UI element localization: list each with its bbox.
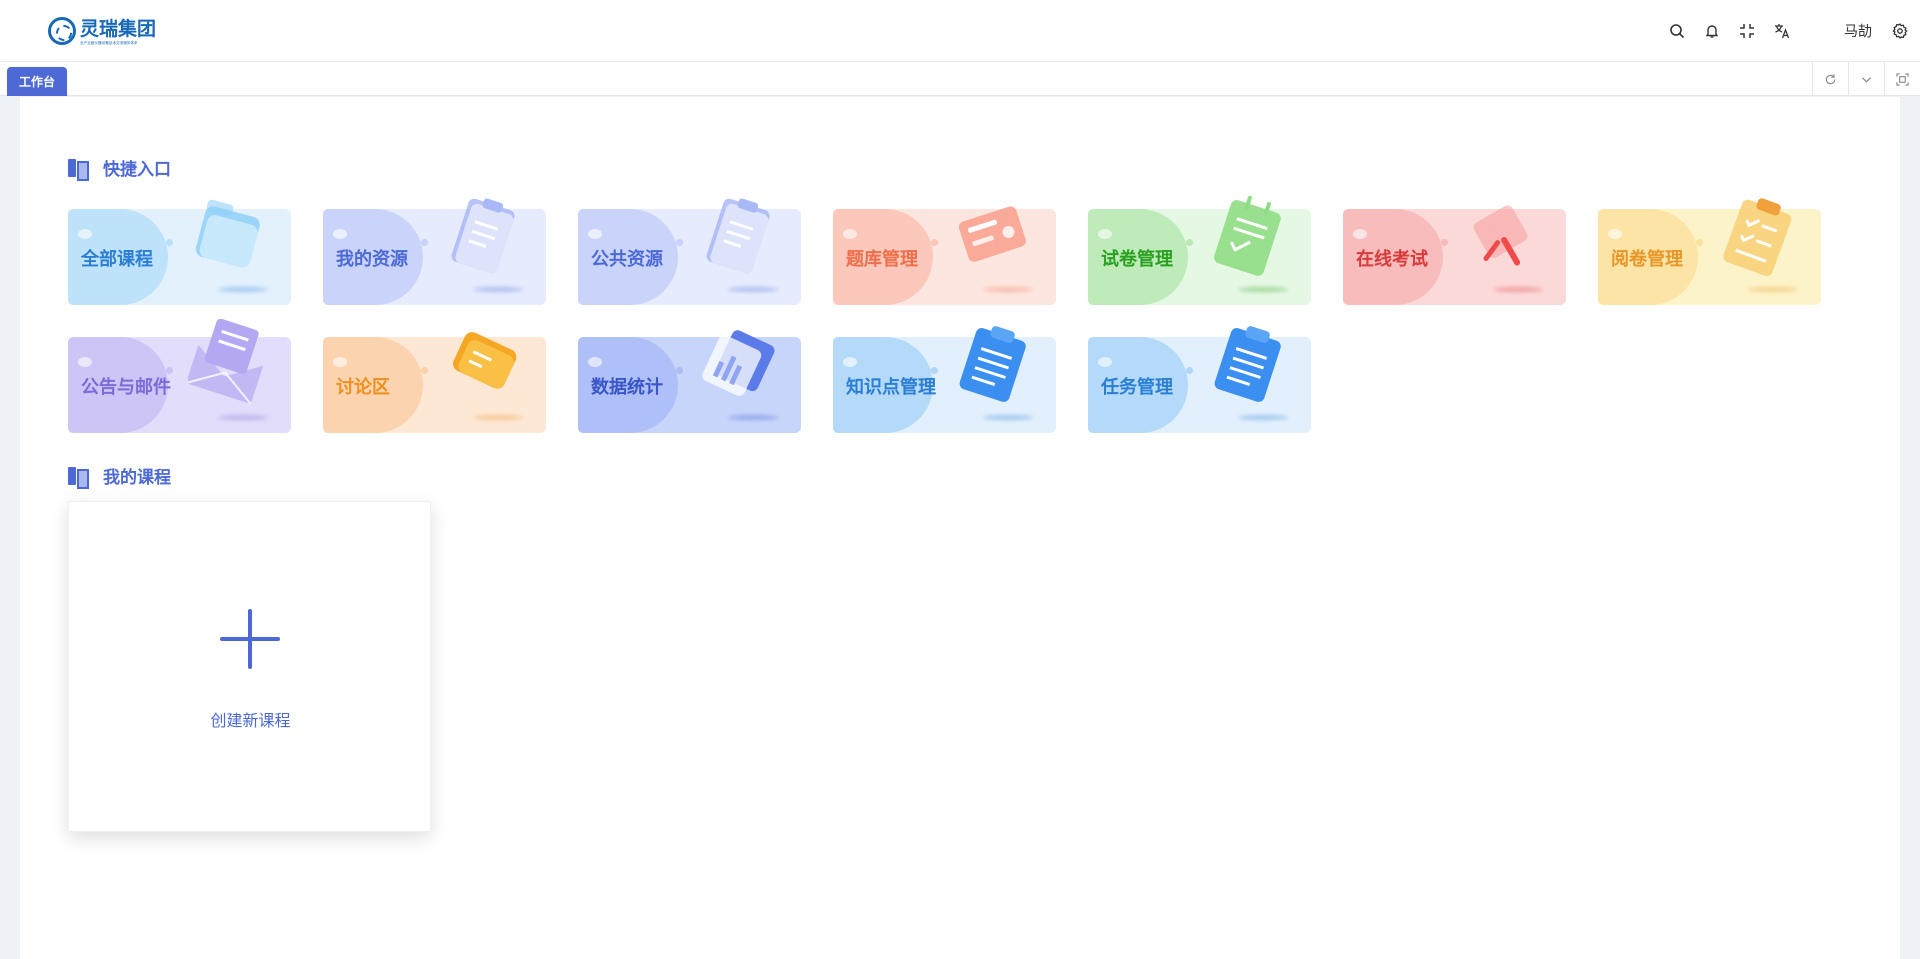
chevron-down-icon[interactable] [1848, 62, 1884, 96]
card-decoration [1696, 239, 1703, 246]
card-shadow [1238, 415, 1288, 420]
quick-entry-card[interactable]: 全部课程 [68, 199, 291, 305]
chart-icon [698, 319, 778, 409]
card-label: 公共资源 [591, 249, 663, 270]
book-icon [68, 466, 89, 489]
card-decoration [333, 357, 347, 367]
list-icon [1208, 319, 1288, 409]
card-decoration [166, 239, 173, 246]
user-name[interactable]: 马劼 [1844, 21, 1872, 41]
create-course-label: 创建新课程 [210, 711, 291, 730]
fullscreen-icon[interactable] [1737, 21, 1757, 41]
card-decoration [78, 357, 92, 367]
card-decoration [1353, 229, 1367, 239]
book-icon [68, 158, 89, 181]
quick-entry-card[interactable]: 试卷管理 [1088, 195, 1311, 305]
quick-entry-card[interactable]: 任务管理 [1088, 326, 1311, 433]
refresh-icon[interactable] [1812, 62, 1848, 96]
card-label: 任务管理 [1101, 377, 1173, 398]
quick-entry-card[interactable]: 在线考试 [1343, 205, 1566, 305]
card-shadow [728, 415, 778, 420]
card-shadow [983, 287, 1033, 292]
card-label: 知识点管理 [846, 377, 936, 398]
quick-entry-card[interactable]: 阅卷管理 [1598, 198, 1821, 305]
create-course-card[interactable]: 创建新课程 [68, 501, 431, 832]
card-shadow [218, 415, 268, 420]
maximize-icon[interactable] [1884, 62, 1920, 96]
tab-workbench[interactable]: 工作台 [7, 67, 68, 96]
clipboard-icon [1208, 191, 1288, 281]
card-decoration [78, 229, 92, 239]
card-decoration [421, 367, 428, 374]
quick-entry-label: 快捷入口 [103, 160, 171, 180]
card-label: 题库管理 [846, 249, 918, 270]
card-label: 全部课程 [81, 249, 153, 270]
quick-entry-title: 快捷入口 [68, 155, 171, 181]
card-label: 数据统计 [591, 377, 663, 398]
document-icon [698, 191, 778, 281]
card-decoration [1186, 239, 1193, 246]
card-label: 在线考试 [1356, 249, 1428, 270]
quick-entry-card[interactable]: 我的资源 [323, 198, 546, 305]
my-courses-title: 我的课程 [68, 463, 171, 489]
card-shadow [218, 287, 268, 292]
card-shadow [473, 415, 523, 420]
translate-icon[interactable] [1772, 21, 1792, 41]
pen-icon [1463, 191, 1543, 281]
card-decoration [1186, 367, 1193, 374]
card-shadow [983, 415, 1033, 420]
card-shadow [473, 287, 523, 292]
plus-icon [220, 609, 280, 669]
main-content: 快捷入口 全部课程 我的资源 公共资源 题库管理 试卷管理 在线考试 阅卷管理公告与邮件 讨论… [20, 97, 1900, 959]
card-label: 我的资源 [336, 249, 408, 270]
card-decoration [1608, 229, 1622, 239]
card-decoration [588, 357, 602, 367]
card-decoration [843, 357, 857, 367]
card-decoration [1098, 357, 1112, 367]
card-shadow [1748, 287, 1798, 292]
card-decoration [676, 239, 683, 246]
card-decoration [588, 229, 602, 239]
mail-icon [185, 318, 268, 409]
card-decoration [333, 229, 347, 239]
logo-subtitle: 全产业链仪器设备技术交流服务体系 [80, 39, 138, 45]
card-shadow [728, 287, 778, 292]
logo-icon [48, 17, 76, 45]
search-icon[interactable] [1667, 21, 1687, 41]
card-icon [953, 191, 1033, 281]
quick-entry-card[interactable]: 题库管理 [833, 206, 1056, 305]
tab-actions [1812, 62, 1920, 96]
card-decoration [421, 239, 428, 246]
quick-entry-card[interactable]: 数据统计 [578, 330, 801, 433]
my-courses-label: 我的课程 [103, 468, 171, 488]
card-label: 讨论区 [336, 377, 390, 398]
card-decoration [1098, 229, 1112, 239]
header-tools: 马劼 [1652, 0, 1920, 62]
card-decoration [931, 239, 938, 246]
folder-icon [188, 191, 268, 281]
quick-entry-card[interactable]: 讨论区 [323, 332, 546, 433]
quick-entry-card[interactable]: 公告与邮件 [68, 318, 291, 433]
card-decoration [1441, 239, 1448, 246]
card-decoration [843, 229, 857, 239]
card-shadow [1238, 287, 1288, 292]
quick-entry-card[interactable]: 公共资源 [578, 198, 801, 305]
logo[interactable]: 灵瑞集团 全产业链仪器设备技术交流服务体系 [48, 13, 156, 49]
card-decoration [676, 367, 683, 374]
checklist-icon [1718, 191, 1798, 281]
card-shadow [1493, 287, 1543, 292]
document-icon [443, 191, 523, 281]
card-label: 试卷管理 [1101, 249, 1173, 270]
quick-entry-card[interactable]: 知识点管理 [833, 326, 1056, 433]
gear-icon[interactable] [1890, 21, 1910, 41]
list-icon [953, 319, 1033, 409]
logo-name: 灵瑞集团 [80, 17, 157, 40]
chat-icon [443, 319, 523, 409]
card-label: 公告与邮件 [81, 377, 171, 398]
bell-icon[interactable] [1702, 21, 1722, 41]
card-label: 阅卷管理 [1611, 249, 1683, 270]
tab-bar: 工作台 [0, 62, 1920, 96]
top-header: 灵瑞集团 全产业链仪器设备技术交流服务体系 马劼 [0, 0, 1920, 62]
